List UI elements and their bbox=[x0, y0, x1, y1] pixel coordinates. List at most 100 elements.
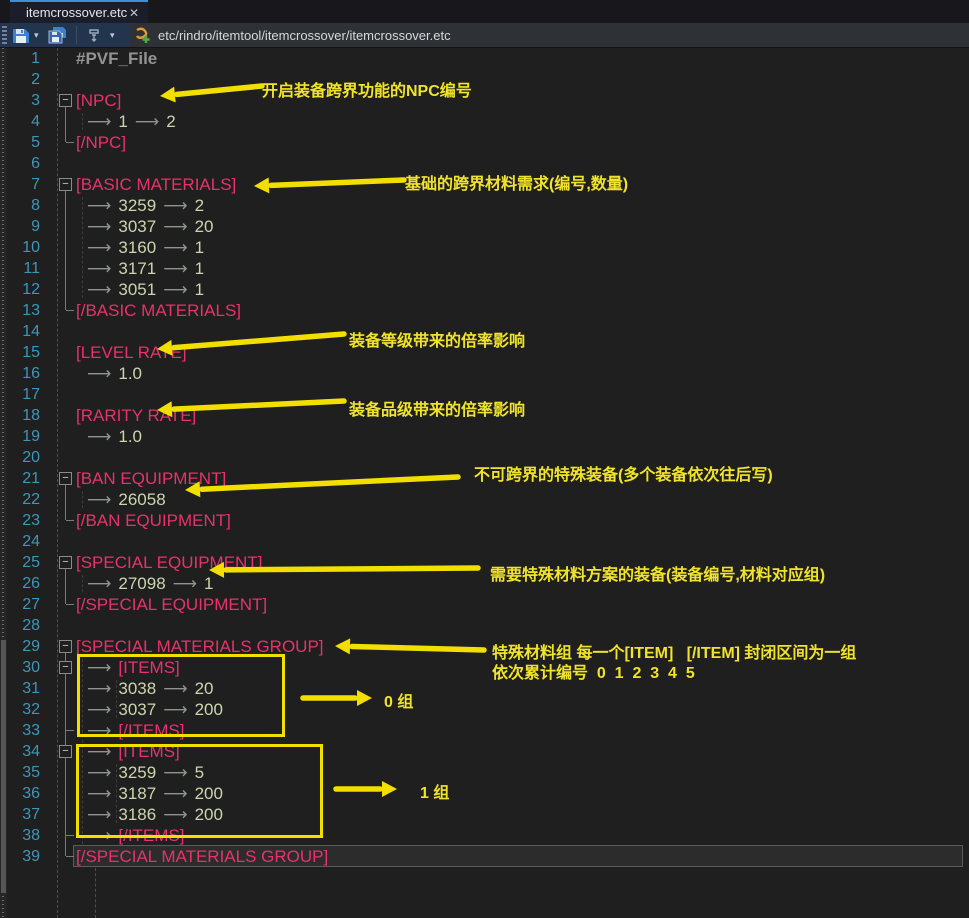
line-number: 39 bbox=[0, 846, 45, 867]
code-text: [BAN EQUIPMENT] bbox=[45, 468, 226, 489]
toolbar-separator bbox=[76, 26, 77, 44]
code-token: 3259 bbox=[118, 195, 156, 216]
code-token: 1 bbox=[204, 573, 213, 594]
editor-window: itemcrossover.etc ✕ ▾ bbox=[0, 0, 969, 918]
code-token: ⟶ bbox=[163, 195, 187, 216]
code-line: 4⟶1⟶2 bbox=[0, 111, 969, 132]
code-line: 13[/BASIC MATERIALS] bbox=[0, 300, 969, 321]
line-number: 4 bbox=[0, 111, 45, 132]
file-path-field[interactable]: etc/rindro/itemtool/itemcrossover/itemcr… bbox=[130, 23, 969, 47]
code-line: 24 bbox=[0, 531, 969, 552]
save-all-button[interactable] bbox=[48, 26, 68, 44]
code-text: [/BASIC MATERIALS] bbox=[45, 300, 241, 321]
code-token: 26058 bbox=[118, 489, 165, 510]
code-token: #PVF_File bbox=[76, 48, 157, 69]
line-number: 23 bbox=[0, 510, 45, 531]
code-text: ⟶3171⟶1 bbox=[45, 258, 204, 279]
line-number: 29 bbox=[0, 636, 45, 657]
line-number: 9 bbox=[0, 216, 45, 237]
save-button[interactable] bbox=[12, 26, 30, 44]
code-token: ⟶ bbox=[163, 216, 187, 237]
code-token: 27098 bbox=[118, 573, 165, 594]
tab-bar: itemcrossover.etc ✕ bbox=[0, 0, 969, 23]
code-token: ⟶ bbox=[163, 279, 187, 300]
code-token: ⟶ bbox=[87, 426, 111, 447]
code-token: [BASIC MATERIALS] bbox=[76, 174, 236, 195]
code-line: 22⟶26058 bbox=[0, 489, 969, 510]
code-token: ⟶ bbox=[173, 573, 197, 594]
code-text: [BASIC MATERIALS] bbox=[45, 174, 236, 195]
fold-toggle[interactable]: − bbox=[59, 178, 72, 191]
code-text: [SPECIAL EQUIPMENT] bbox=[45, 552, 262, 573]
save-dropdown-caret[interactable]: ▾ bbox=[34, 30, 39, 41]
code-token: [/SPECIAL EQUIPMENT] bbox=[76, 594, 267, 615]
line-number: 26 bbox=[0, 573, 45, 594]
code-token: [/BAN EQUIPMENT] bbox=[76, 510, 231, 531]
close-icon[interactable]: ✕ bbox=[129, 6, 139, 20]
code-text bbox=[45, 153, 76, 174]
line-number: 6 bbox=[0, 153, 45, 174]
code-text: ⟶27098⟶1 bbox=[45, 573, 214, 594]
line-number: 7 bbox=[0, 174, 45, 195]
fold-toggle[interactable]: − bbox=[59, 745, 72, 758]
toolbar: ▾ ▾ etc/rindro/itemtool/itemcrossover bbox=[0, 23, 969, 48]
line-number: 32 bbox=[0, 699, 45, 720]
code-text bbox=[45, 615, 76, 636]
line-number: 20 bbox=[0, 447, 45, 468]
tool-button[interactable] bbox=[86, 26, 102, 44]
fold-toggle[interactable]: − bbox=[59, 640, 72, 653]
line-number: 33 bbox=[0, 720, 45, 741]
code-token: ⟶ bbox=[163, 258, 187, 279]
annotation-note: 1 组 bbox=[420, 779, 449, 803]
code-line: 9⟶3037⟶20 bbox=[0, 216, 969, 237]
line-number: 10 bbox=[0, 237, 45, 258]
save-all-icon bbox=[48, 26, 68, 44]
code-token: 3160 bbox=[118, 237, 156, 258]
code-text: ⟶ 3259 ⟶ 2 bbox=[45, 195, 204, 216]
save-icon bbox=[12, 27, 30, 44]
tab-title: itemcrossover.etc bbox=[26, 5, 127, 20]
line-number: 24 bbox=[0, 531, 45, 552]
fold-toggle[interactable]: − bbox=[59, 472, 72, 485]
code-token: 2 bbox=[195, 195, 204, 216]
annotation-note: 装备等级带来的倍率影响 bbox=[349, 327, 525, 351]
annotation-note: 依次累计编号 0 1 2 3 4 5 bbox=[492, 659, 695, 683]
line-number: 30 bbox=[0, 657, 45, 678]
code-token: ⟶ bbox=[87, 216, 111, 237]
indent-guide bbox=[95, 868, 96, 918]
code-token: [/BASIC MATERIALS] bbox=[76, 300, 241, 321]
line-number: 37 bbox=[0, 804, 45, 825]
line-number: 5 bbox=[0, 132, 45, 153]
line-number: 27 bbox=[0, 594, 45, 615]
code-text: ⟶ 1.0 bbox=[45, 363, 142, 384]
code-token: 3051 bbox=[118, 279, 156, 300]
code-token: ⟶ bbox=[87, 363, 111, 384]
line-number: 11 bbox=[0, 258, 45, 279]
line-number: 38 bbox=[0, 825, 45, 846]
toolbar-grip-handle[interactable] bbox=[2, 26, 7, 44]
annotation-box bbox=[77, 654, 285, 737]
annotation-note: 不可跨界的特殊装备(多个装备依次往后写) bbox=[474, 461, 773, 485]
fold-toggle[interactable]: − bbox=[59, 556, 72, 569]
add-item-icon bbox=[135, 27, 152, 44]
tool-dropdown-caret[interactable]: ▾ bbox=[110, 30, 115, 41]
line-number: 28 bbox=[0, 615, 45, 636]
annotation-note: 基础的跨界材料需求(编号,数量) bbox=[405, 170, 628, 194]
annotation-note: 开启装备跨界功能的NPC编号 bbox=[262, 77, 472, 101]
tab-itemcrossover[interactable]: itemcrossover.etc ✕ bbox=[10, 0, 148, 23]
code-token: ⟶ bbox=[87, 195, 111, 216]
line-number: 31 bbox=[0, 678, 45, 699]
code-token: 1.0 bbox=[118, 363, 142, 384]
fold-toggle[interactable]: − bbox=[59, 661, 72, 674]
code-text: [RARITY RATE] bbox=[45, 405, 196, 426]
code-text bbox=[45, 447, 76, 468]
left-scroll-thumb[interactable] bbox=[1, 640, 6, 893]
code-text: [LEVEL RATE] bbox=[45, 342, 187, 363]
code-text bbox=[45, 69, 76, 90]
fold-toggle[interactable]: − bbox=[59, 94, 72, 107]
line-number: 21 bbox=[0, 468, 45, 489]
line-number: 36 bbox=[0, 783, 45, 804]
line-number: 2 bbox=[0, 69, 45, 90]
code-token: [RARITY RATE] bbox=[76, 405, 196, 426]
line-number: 22 bbox=[0, 489, 45, 510]
